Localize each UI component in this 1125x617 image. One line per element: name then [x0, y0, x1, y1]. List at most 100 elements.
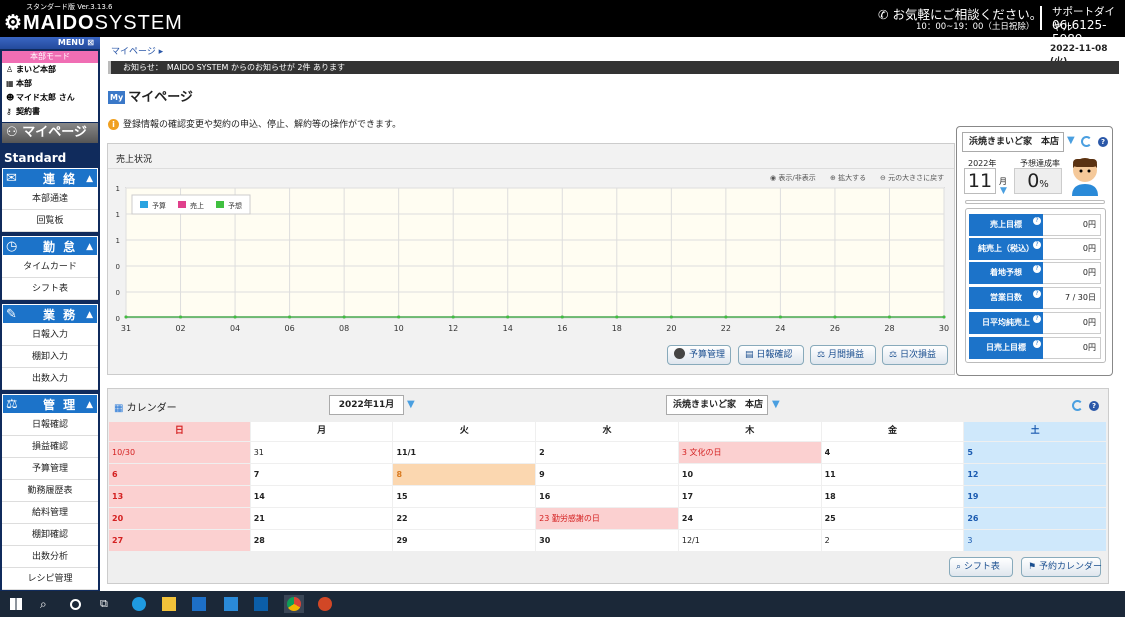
sidebar-item-daily-check[interactable]: 日報確認	[2, 414, 98, 436]
sidebar-item-salary[interactable]: 給料管理	[2, 502, 98, 524]
calendar-day-cell[interactable]: 20	[109, 508, 250, 529]
outlook-icon[interactable]	[254, 597, 268, 611]
sidebar-item-timecard[interactable]: タイムカード	[2, 256, 98, 278]
sidebar-item-inventory-check[interactable]: 棚卸確認	[2, 524, 98, 546]
sidebar-item-pl-check[interactable]: 損益確認	[2, 436, 98, 458]
calendar-day-cell[interactable]: 31	[250, 442, 393, 463]
sidebar-item-hq-notice[interactable]: 本部通達	[2, 188, 98, 210]
mode-item-user[interactable]: ☻ マイド太郎 さん	[2, 91, 98, 105]
budget-button[interactable]: 予算管理	[667, 345, 731, 365]
calendar-day-cell[interactable]: 11/1	[393, 442, 536, 463]
stat-net-sales[interactable]: 純売上（税込）? 0円	[969, 238, 1101, 260]
maido-logo[interactable]: ⚙MAIDOSYSTEM	[4, 10, 183, 35]
calendar-day-cell[interactable]: 27	[109, 530, 250, 551]
calendar-day-cell[interactable]: 3 文化の日	[678, 442, 821, 463]
help-icon[interactable]: ?	[1033, 340, 1041, 348]
chevron-down-icon[interactable]: ▼	[407, 399, 415, 410]
sidebar-item-daily-input[interactable]: 日報入力	[2, 324, 98, 346]
mode-item-hq[interactable]: ▦ 本部	[2, 77, 98, 91]
section-contact[interactable]: ✉ 連 絡 ▲	[2, 168, 98, 188]
daily-pl-button[interactable]: ⚖ 日次損益	[882, 345, 948, 365]
reservation-calendar-button[interactable]: ⚑ 予約カレンダー	[1021, 557, 1102, 577]
section-attendance[interactable]: ◷ 勤 怠 ▲	[2, 236, 98, 256]
calendar-day-cell[interactable]: 3	[964, 530, 1107, 551]
file-explorer-icon[interactable]	[162, 597, 176, 611]
stat-business-days[interactable]: 営業日数? 7 / 30日	[969, 287, 1101, 309]
edge-icon[interactable]	[132, 597, 146, 611]
sidebar-item-shift[interactable]: シフト表	[2, 278, 98, 300]
calendar-day-cell[interactable]: 11	[821, 464, 964, 485]
refresh-icon[interactable]	[1081, 136, 1092, 147]
help-icon[interactable]: ?	[1033, 315, 1041, 323]
stat-forecast[interactable]: 着地予想? 0円	[969, 262, 1101, 284]
monthly-pl-button[interactable]: ⚖ 月間損益	[810, 345, 876, 365]
breadcrumb[interactable]: マイページ ▸	[111, 44, 163, 57]
help-icon[interactable]: ?	[1033, 241, 1041, 249]
mail-icon[interactable]	[224, 597, 238, 611]
task-view-icon[interactable]: ⧉	[100, 597, 114, 611]
help-icon[interactable]: ?	[1033, 217, 1041, 225]
calendar-day-cell[interactable]: 29	[393, 530, 536, 551]
calendar-day-cell[interactable]: 2	[821, 530, 964, 551]
windows-start-icon[interactable]	[10, 598, 22, 610]
help-icon[interactable]: ?	[1089, 401, 1099, 411]
calendar-day-cell[interactable]: 12	[964, 464, 1107, 485]
calendar-day-cell[interactable]: 14	[250, 486, 393, 507]
daily-report-button[interactable]: ▤ 日報確認	[738, 345, 804, 365]
calendar-day-cell[interactable]: 19	[964, 486, 1107, 507]
sidebar-item-count-input[interactable]: 出数入力	[2, 368, 98, 390]
calendar-day-cell[interactable]: 8	[393, 464, 536, 485]
mode-item-contract[interactable]: ⚷ 契約書	[2, 105, 98, 119]
calendar-day-cell[interactable]: 10/30	[109, 442, 250, 463]
calendar-day-cell[interactable]: 28	[250, 530, 393, 551]
calendar-day-cell[interactable]: 2	[536, 442, 678, 463]
stat-daily-avg[interactable]: 日平均純売上? 0円	[969, 312, 1101, 334]
chevron-down-icon[interactable]: ▼	[1067, 135, 1075, 146]
sidebar-item-work-history[interactable]: 勤務履歴表	[2, 480, 98, 502]
calendar-day-cell[interactable]: 9	[536, 464, 678, 485]
calendar-month-select[interactable]: 2022年11月	[329, 395, 404, 415]
calendar-day-cell[interactable]: 13	[109, 486, 250, 507]
calendar-day-cell[interactable]: 7	[250, 464, 393, 485]
calendar-day-cell[interactable]: 26	[964, 508, 1107, 529]
calendar-day-cell[interactable]: 10	[678, 464, 821, 485]
refresh-icon[interactable]	[1072, 400, 1083, 411]
store-icon[interactable]	[192, 597, 206, 611]
help-icon[interactable]: ?	[1033, 290, 1041, 298]
help-icon[interactable]: ?	[1098, 137, 1108, 147]
section-work[interactable]: ✎ 業 務 ▲	[2, 304, 98, 324]
calendar-store-select[interactable]: 浜焼きまいど家 本店	[666, 395, 768, 415]
chevron-down-icon[interactable]: ▼	[772, 399, 780, 410]
calendar-day-cell[interactable]: 25	[821, 508, 964, 529]
sidebar-item-count-analysis[interactable]: 出数分析	[2, 546, 98, 568]
sidebar-item-budget[interactable]: 予算管理	[2, 458, 98, 480]
calendar-day-cell[interactable]: 16	[536, 486, 678, 507]
search-icon[interactable]: ⌕	[40, 597, 54, 611]
stat-sales-target[interactable]: 売上目標? 0円	[969, 214, 1101, 236]
sidebar-item-circular[interactable]: 回覧板	[2, 210, 98, 232]
stat-daily-target[interactable]: 日売上目標? 0円	[969, 337, 1101, 359]
section-manage[interactable]: ⚖ 管 理 ▲	[2, 394, 98, 414]
calendar-day-cell[interactable]: 21	[250, 508, 393, 529]
store-select[interactable]: 浜焼きまいど家 本店	[962, 132, 1064, 152]
chrome-icon[interactable]	[287, 597, 301, 611]
notice-bar[interactable]: お知らせ： MAIDO SYSTEM からのお知らせが 2件 あります	[108, 61, 1119, 74]
menu-toggle[interactable]: MENU ⊠	[0, 37, 100, 49]
calendar-day-cell[interactable]: 4	[821, 442, 964, 463]
sidebar-mypage[interactable]: ⚇ マイページ	[2, 123, 98, 143]
sidebar-item-inventory-input[interactable]: 棚卸入力	[2, 346, 98, 368]
calendar-day-cell[interactable]: 15	[393, 486, 536, 507]
powerpoint-icon[interactable]	[318, 597, 332, 611]
calendar-day-cell[interactable]: 5	[964, 442, 1107, 463]
calendar-day-cell[interactable]: 30	[536, 530, 678, 551]
mode-item-store[interactable]: ♙ まいど本部	[2, 63, 98, 77]
sidebar-item-recipe[interactable]: レシピ管理	[2, 568, 98, 590]
calendar-day-cell[interactable]: 12/1	[678, 530, 821, 551]
cortana-icon[interactable]	[70, 599, 81, 610]
calendar-day-cell[interactable]: 6	[109, 464, 250, 485]
shift-table-button[interactable]: ⌕ シフト表	[949, 557, 1013, 577]
month-down-icon[interactable]: ▼	[1000, 186, 1007, 196]
calendar-day-cell[interactable]: 22	[393, 508, 536, 529]
calendar-day-cell[interactable]: 24	[678, 508, 821, 529]
calendar-day-cell[interactable]: 18	[821, 486, 964, 507]
